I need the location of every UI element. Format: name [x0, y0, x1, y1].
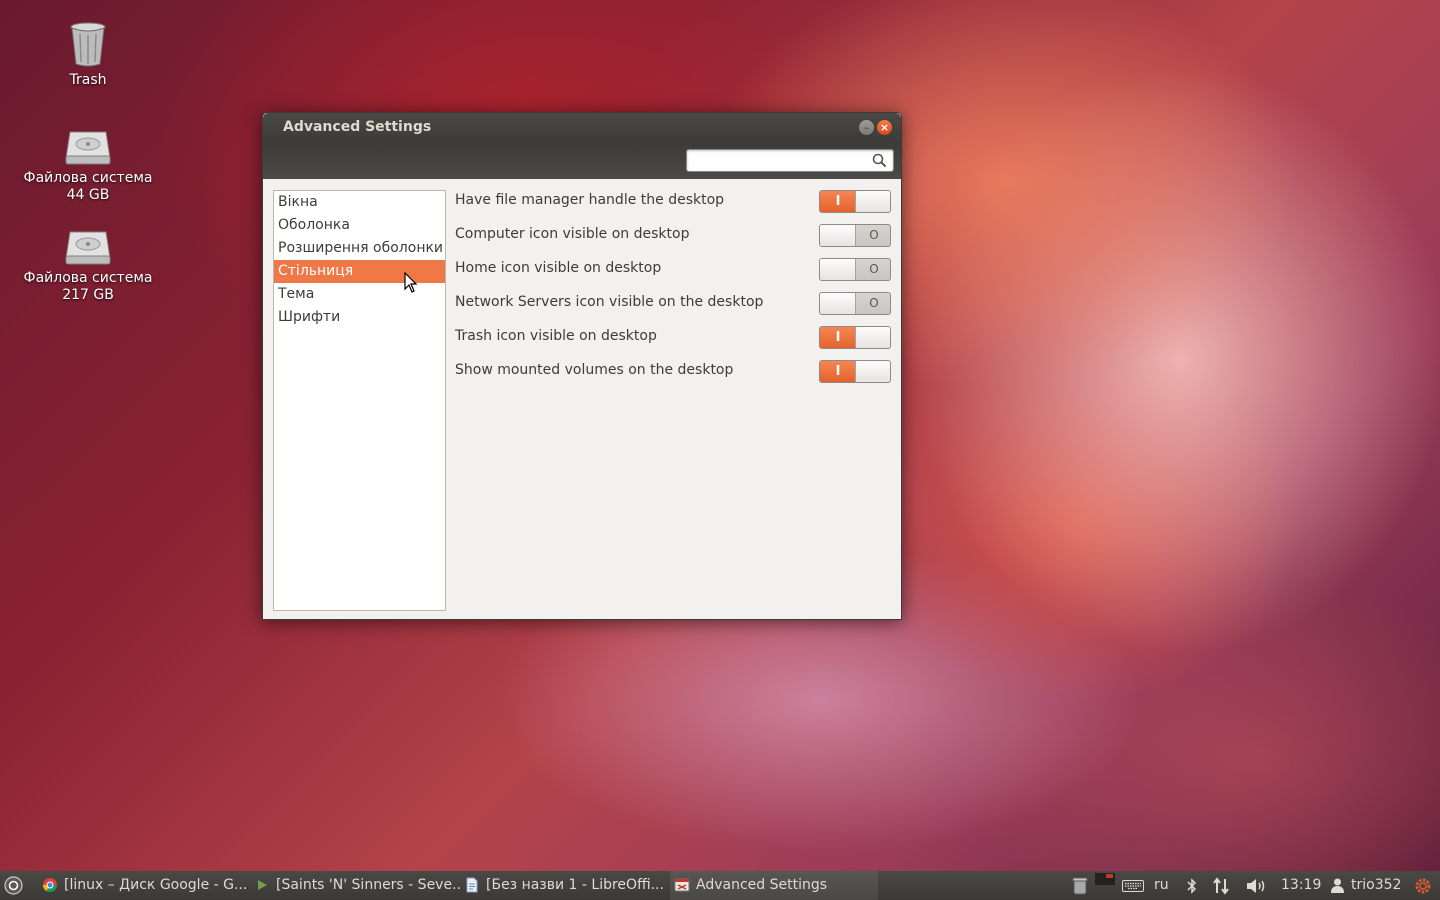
- sidebar-item-theme[interactable]: Тема: [274, 283, 445, 306]
- network-icon[interactable]: [1212, 877, 1230, 895]
- toggle-knob[interactable]: [820, 259, 856, 280]
- toggle-off-indicator: O: [869, 262, 879, 276]
- home-icon-toggle[interactable]: O: [819, 258, 891, 281]
- setting-label: Have file manager handle the desktop: [455, 192, 725, 208]
- taskbar-item-label: Advanced Settings: [696, 877, 828, 893]
- setting-row-home-icon: Home icon visible on desktop O: [455, 258, 895, 292]
- setting-row-network-servers-icon: Network Servers icon visible on the desk…: [455, 292, 895, 326]
- setting-label: Home icon visible on desktop: [455, 260, 662, 276]
- user-name[interactable]: trio352: [1351, 871, 1401, 900]
- toggle-knob[interactable]: [855, 327, 890, 348]
- window-toolbar: [263, 143, 901, 179]
- keyboard-layout-indicator[interactable]: ru: [1154, 871, 1169, 900]
- hard-drive-icon: [65, 231, 111, 265]
- taskbar-item-media-player[interactable]: [Saints 'N' Sinners - Seve...: [254, 871, 460, 900]
- clock[interactable]: 13:19: [1281, 871, 1321, 900]
- close-icon: ×: [879, 121, 890, 134]
- document-icon: [466, 877, 478, 893]
- desktop-icon-size: 44 GB: [66, 187, 110, 203]
- setting-row-computer-icon: Computer icon visible on desktop O: [455, 224, 895, 258]
- desktop-icon-size: 217 GB: [62, 287, 114, 303]
- toggle-knob[interactable]: [820, 225, 856, 246]
- tweak-tool-icon: [674, 878, 690, 892]
- taskbar-item-label: [Без назви 1 - LibreOffi...: [486, 877, 664, 893]
- toggle-on-indicator: I: [820, 191, 856, 212]
- trash-applet-icon[interactable]: [1072, 877, 1088, 895]
- setting-label: Trash icon visible on desktop: [455, 328, 657, 344]
- toggle-knob[interactable]: [855, 361, 890, 382]
- setting-label: Network Servers icon visible on the desk…: [455, 294, 764, 310]
- file-manager-desktop-toggle[interactable]: I: [819, 190, 891, 213]
- minimize-icon: –: [863, 121, 870, 134]
- window-title: Advanced Settings: [283, 119, 432, 135]
- taskbar-item-libreoffice[interactable]: [Без назви 1 - LibreOffi...: [464, 871, 670, 900]
- bottom-panel: [linux – Диск Google - G... [Saints 'N' …: [0, 871, 1440, 900]
- taskbar-item-chrome[interactable]: [linux – Диск Google - G...: [42, 871, 248, 900]
- toggle-on-indicator: I: [820, 361, 856, 382]
- hard-drive-icon: [65, 131, 111, 165]
- sidebar-item-fonts[interactable]: Шрифти: [274, 306, 445, 329]
- search-box[interactable]: [686, 149, 894, 172]
- sidebar-item-shell[interactable]: Оболонка: [274, 214, 445, 237]
- toggle-knob[interactable]: [820, 293, 856, 314]
- desktop-icon-label: Trash: [69, 72, 107, 88]
- toggle-off-indicator: O: [869, 296, 879, 310]
- mounted-volumes-toggle[interactable]: I: [819, 360, 891, 383]
- trash-icon: [70, 22, 106, 67]
- computer-icon-toggle[interactable]: O: [819, 224, 891, 247]
- bluetooth-icon[interactable]: [1187, 878, 1197, 894]
- sidebar-item-shell-extensions[interactable]: Розширення оболонки: [274, 237, 445, 260]
- advanced-settings-window: Advanced Settings – × Вікна Оболонка Роз…: [262, 112, 902, 620]
- sidebar-item-desktop[interactable]: Стільниця: [274, 260, 445, 283]
- search-input[interactable]: [691, 152, 861, 170]
- setting-row-trash-icon: Trash icon visible on desktop I: [455, 326, 895, 360]
- toggle-off-indicator: O: [869, 228, 879, 242]
- system-power-gear-icon[interactable]: [1414, 877, 1432, 895]
- network-servers-icon-toggle[interactable]: O: [819, 292, 891, 315]
- toggle-knob[interactable]: [855, 191, 890, 212]
- desktop-icon-filesystem-44[interactable]: Файлова система 44 GB: [8, 128, 168, 204]
- taskbar-item-label: [Saints 'N' Sinners - Seve...: [276, 877, 460, 893]
- setting-row-file-manager-desktop: Have file manager handle the desktop I: [455, 190, 895, 224]
- desktop-icon-label: Файлова система: [23, 270, 153, 286]
- trash-icon-toggle[interactable]: I: [819, 326, 891, 349]
- setting-label: Show mounted volumes on the desktop: [455, 362, 734, 378]
- volume-icon[interactable]: [1245, 878, 1267, 894]
- mouse-pointer-icon: [404, 272, 418, 293]
- desktop-icon-trash[interactable]: Trash: [8, 20, 168, 89]
- window-titlebar[interactable]: Advanced Settings – ×: [263, 113, 901, 143]
- ubuntu-menu-icon[interactable]: [4, 876, 23, 895]
- setting-label: Computer icon visible on desktop: [455, 226, 690, 242]
- toggle-on-indicator: I: [820, 327, 856, 348]
- close-button[interactable]: ×: [877, 120, 892, 135]
- taskbar-item-label: [linux – Диск Google - G...: [64, 877, 248, 893]
- user-icon[interactable]: [1331, 878, 1344, 893]
- settings-list: Have file manager handle the desktop I C…: [455, 190, 895, 394]
- keyboard-icon[interactable]: [1122, 880, 1144, 892]
- category-sidebar: Вікна Оболонка Розширення оболонки Стіль…: [273, 190, 446, 611]
- sidebar-item-windows[interactable]: Вікна: [274, 191, 445, 214]
- screen-indicator-icon[interactable]: [1095, 873, 1115, 885]
- desktop-icon-label: Файлова система: [23, 170, 153, 186]
- setting-row-mounted-volumes: Show mounted volumes on the desktop I: [455, 360, 895, 394]
- media-player-icon: [258, 880, 267, 890]
- desktop-icon-filesystem-217[interactable]: Файлова система 217 GB: [8, 228, 168, 304]
- taskbar-item-advanced-settings[interactable]: Advanced Settings: [670, 871, 878, 900]
- chrome-icon: [43, 878, 57, 892]
- search-icon[interactable]: [872, 153, 887, 168]
- minimize-button[interactable]: –: [859, 120, 874, 135]
